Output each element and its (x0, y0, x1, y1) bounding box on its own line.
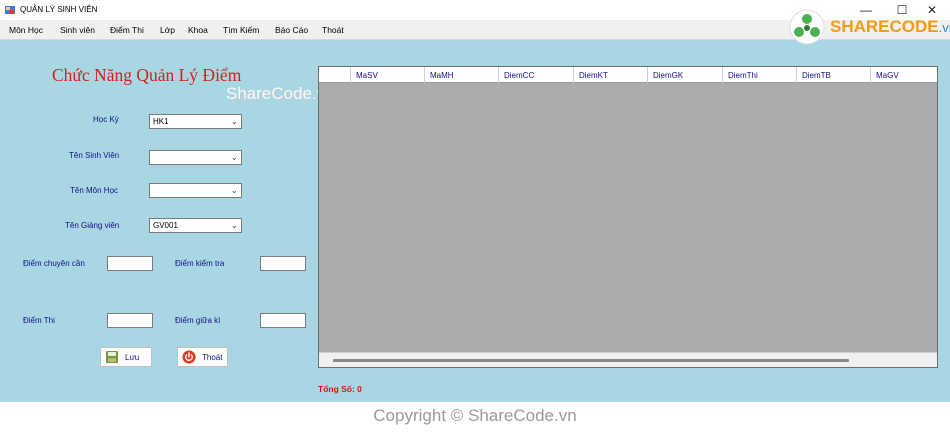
total-count: Tổng Số: 0 (318, 384, 362, 394)
exit-label: Thoát (202, 352, 223, 362)
form-heading: Chức Năng Quản Lý Điểm (52, 65, 242, 85)
logo-suffix-text: .vn (938, 20, 950, 35)
diem-kiem-tra-input[interactable] (260, 256, 306, 271)
grid-row-header-corner (319, 67, 350, 83)
ten-mon-hoc-select[interactable]: ⌄ (149, 183, 242, 198)
column-masv[interactable]: MaSV (350, 67, 424, 83)
grades-grid[interactable]: MaSV MaMH DiemCC DiemKT DiemGK DiemThi D… (318, 66, 938, 368)
save-label: Lưu (125, 352, 140, 362)
window-title: QUẢN LÝ SINH VIÊN (20, 5, 98, 14)
diem-chuyen-can-input[interactable] (107, 256, 153, 271)
menu-bao-cao[interactable]: Báo Cáo (275, 25, 308, 35)
app-icon (5, 6, 15, 14)
sharecode-logo-text: SHARECODE.vn (830, 17, 950, 37)
menu-sinh-vien[interactable]: Sinh viên (60, 25, 95, 35)
grid-header: MaSV MaMH DiemCC DiemKT DiemGK DiemThi D… (319, 67, 937, 83)
chevron-down-icon: ⌄ (230, 116, 238, 126)
menu-khoa[interactable]: Khoa (188, 25, 208, 35)
sharecode-logo-icon (789, 9, 825, 45)
column-diemgk[interactable]: DiemGK (647, 67, 722, 83)
column-diemkt[interactable]: DiemKT (573, 67, 647, 83)
ten-giang-vien-value: GV001 (153, 221, 178, 230)
sharecode-logo: SHARECODE.vn (788, 8, 950, 46)
diem-thi-label: Điểm Thi (23, 316, 55, 325)
diem-giua-ki-label: Điểm giữa kì (175, 316, 221, 325)
column-mamh[interactable]: MaMH (424, 67, 498, 83)
ten-sinh-vien-label: Tên Sinh Viên (69, 151, 120, 160)
menu-thoat[interactable]: Thoát (322, 25, 344, 35)
logo-main-text: SHARECODE (830, 17, 939, 36)
save-button[interactable]: Lưu (100, 347, 152, 367)
copyright-watermark: Copyright © ShareCode.vn (373, 406, 577, 425)
hoc-ky-label: Học Kỳ (93, 115, 119, 124)
hoc-ky-value: HK1 (153, 117, 169, 126)
hoc-ky-select[interactable]: HK1 ⌄ (149, 114, 242, 129)
chevron-down-icon: ⌄ (230, 185, 238, 195)
horizontal-scrollbar[interactable] (319, 352, 937, 367)
scrollbar-thumb[interactable] (333, 359, 849, 362)
ten-giang-vien-select[interactable]: GV001 ⌄ (149, 218, 242, 233)
menu-diem-thi[interactable]: Điểm Thi (110, 25, 144, 35)
chevron-down-icon: ⌄ (230, 152, 238, 162)
ten-giang-vien-label: Tên Giảng viên (65, 221, 120, 230)
column-diemthi[interactable]: DiemThi (722, 67, 796, 83)
exit-button[interactable]: Thoát (177, 347, 228, 367)
column-diemcc[interactable]: DiemCC (498, 67, 573, 83)
menu-tim-kiem[interactable]: Tìm Kiếm (223, 25, 259, 35)
chevron-down-icon: ⌄ (230, 220, 238, 230)
diem-giua-ki-input[interactable] (260, 313, 306, 328)
ten-sinh-vien-select[interactable]: ⌄ (149, 150, 242, 165)
diem-thi-input[interactable] (107, 313, 153, 328)
column-diemtb[interactable]: DiemTB (796, 67, 870, 83)
menu-mon-hoc[interactable]: Môn Học (9, 25, 43, 35)
diem-chuyen-can-label: Điểm chuyên cần (23, 259, 85, 268)
save-icon (106, 351, 118, 363)
ten-mon-hoc-label: Tên Môn Học (70, 186, 119, 195)
diem-kiem-tra-label: Điểm kiểm tra (175, 259, 225, 268)
power-icon (182, 350, 196, 364)
column-magv[interactable]: MaGV (870, 67, 937, 83)
menu-lop[interactable]: Lớp (160, 25, 175, 35)
